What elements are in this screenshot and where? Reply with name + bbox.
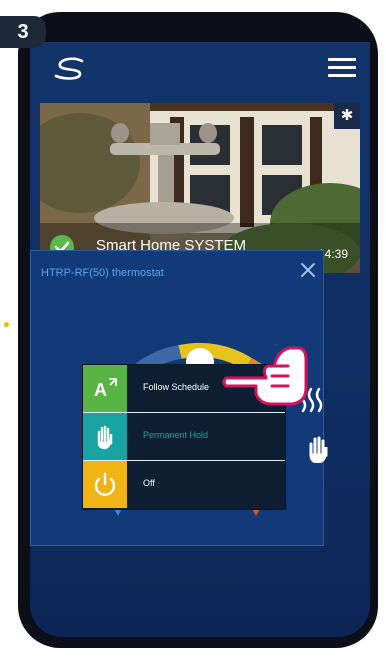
gear-icon[interactable]: ✱ [334,103,360,129]
mode-label: Follow Schedule [143,382,210,392]
close-icon[interactable] [299,261,317,279]
hamburger-menu-icon[interactable] [328,58,356,80]
step-badge: 3 [0,16,46,48]
location-card[interactable]: ✱ Smart Home SYSTEM 14:39 [40,103,360,273]
hand-icon [309,436,328,463]
brand-s-logo-icon[interactable] [52,56,88,82]
thermostat-title: HTRP-RF(50) thermostat [41,267,164,279]
top-bar [30,42,370,98]
pointing-hand-icon [222,346,308,406]
svg-text:A: A [94,380,107,400]
step-number: 3 [17,21,29,43]
power-icon [83,461,127,508]
mode-label: Off [143,478,155,488]
mode-off[interactable]: Off [83,461,285,508]
auto-schedule-icon: A [83,365,127,412]
hand-icon [83,413,127,460]
mode-permanent-hold[interactable]: Permanent Hold [83,413,285,460]
mode-label: Permanent Hold [143,430,209,440]
marker-dot [4,322,9,327]
